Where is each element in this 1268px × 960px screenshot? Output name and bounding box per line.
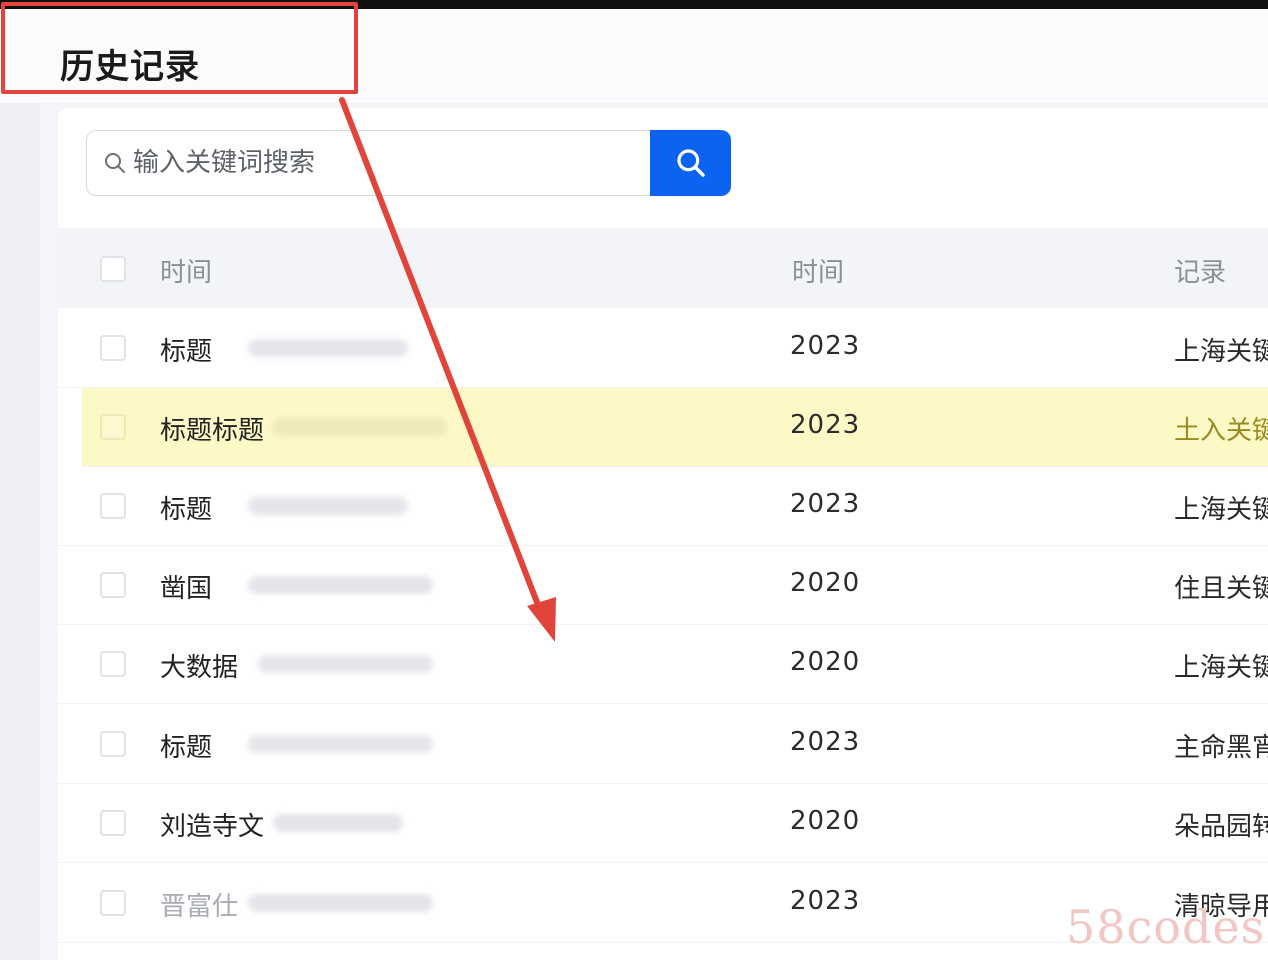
row-title: 凿国 [160, 574, 213, 604]
column-header-record[interactable]: 记录 [1174, 252, 1226, 289]
blurred-text [273, 814, 403, 832]
row-year: 2023 [790, 489, 861, 519]
row-record: 住且关键 [1174, 574, 1268, 604]
row-record: 朵品园转 [1174, 812, 1268, 842]
row-checkbox[interactable] [100, 810, 126, 836]
table-row[interactable]: 刘造寺文 2020 朵品园转 [58, 784, 1268, 863]
row-checkbox[interactable] [100, 890, 126, 916]
search-icon [676, 149, 705, 177]
row-record: 土入关键 [1174, 416, 1268, 446]
row-checkbox[interactable] [100, 731, 126, 757]
row-year: 2020 [790, 806, 861, 836]
row-title: 标题 [160, 337, 213, 367]
page: 历史记录 时间 时间 记录 标题 2023 上海关键 标题标题 2023 [0, 0, 1268, 960]
row-checkbox[interactable] [100, 651, 126, 677]
blurred-text [248, 576, 433, 594]
row-title: 标题标题 [160, 416, 265, 446]
row-record: 上海关键 [1174, 653, 1268, 683]
select-all-checkbox[interactable] [100, 256, 126, 282]
row-year: 2023 [790, 727, 861, 757]
row-record: 上海关键 [1174, 337, 1268, 367]
row-year: 2020 [790, 568, 861, 598]
search-input[interactable] [133, 131, 633, 195]
row-year: 2023 [790, 410, 861, 440]
row-checkbox[interactable] [100, 414, 126, 440]
column-header-title[interactable]: 时间 [160, 252, 212, 289]
row-checkbox[interactable] [100, 572, 126, 598]
row-checkbox[interactable] [100, 335, 126, 361]
table-row[interactable]: 标题 2023 上海关键 [58, 309, 1268, 388]
row-title: 大数据 [160, 653, 239, 683]
row-title: 标题 [160, 495, 213, 525]
row-year: 2023 [790, 886, 861, 916]
table-row-highlighted[interactable]: 标题标题 2023 土入关键 [82, 388, 1268, 467]
row-year: 2020 [790, 647, 861, 677]
blurred-text [248, 339, 408, 357]
row-checkbox[interactable] [100, 493, 126, 519]
row-title: 刘造寺文 [160, 812, 265, 842]
blurred-text [258, 655, 433, 673]
row-title: 晋富仕 [160, 892, 239, 922]
left-rail [0, 103, 40, 960]
row-year: 2023 [790, 331, 861, 361]
search-button[interactable] [650, 130, 731, 196]
search-bar[interactable] [86, 130, 652, 196]
search-icon [105, 153, 125, 173]
blurred-text [272, 418, 447, 436]
column-header-time[interactable]: 时间 [792, 252, 844, 289]
table-row[interactable]: 标题 2023 主命黑宵 [58, 705, 1268, 784]
row-record: 上海关键 [1174, 495, 1268, 525]
row-title: 标题 [160, 733, 213, 763]
table-row[interactable]: 大数据 2020 上海关键 [58, 625, 1268, 704]
blurred-text [248, 497, 408, 515]
blurred-text [248, 735, 433, 753]
table-header: 时间 时间 记录 [58, 228, 1268, 308]
row-record: 主命黑宵 [1174, 733, 1268, 763]
table-row[interactable]: 凿国 2020 住且关键 [58, 546, 1268, 625]
table-row[interactable]: 标题 2023 上海关键 [58, 467, 1268, 546]
blurred-text [248, 894, 433, 912]
watermark: 58codes [1066, 900, 1266, 954]
title-annotation-box [1, 2, 358, 94]
